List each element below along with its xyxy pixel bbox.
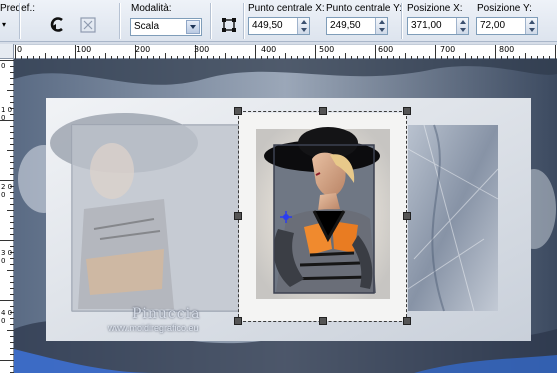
reset-arrow-button[interactable]: [47, 15, 67, 35]
spin-arrows-icon[interactable]: [525, 18, 537, 34]
ruler-ticks: [15, 45, 556, 60]
selection-handle-bottom-left[interactable]: [234, 317, 242, 325]
image-canvas[interactable]: Pinuccia www.moidiregrafico.eu: [14, 59, 557, 373]
toolbar-separator: [210, 3, 211, 39]
ruler-label: 300: [194, 45, 210, 54]
position-x-value: 371,00: [411, 20, 442, 31]
toolbar-separator: [19, 3, 20, 39]
toolbar-separator: [119, 3, 120, 39]
mode-select-value: Scala: [134, 21, 160, 32]
spin-arrows-icon[interactable]: [456, 18, 468, 34]
ruler-label: 500: [319, 45, 335, 54]
ruler-label: 3 0 0: [1, 249, 13, 265]
selection-frame-button[interactable]: [219, 15, 239, 35]
ruler-label: 400: [261, 45, 277, 54]
ruler-label: 800: [499, 45, 515, 54]
mode-select[interactable]: Scala: [130, 18, 202, 36]
center-x-input[interactable]: 449,50: [248, 17, 310, 35]
preset-label: Predef.:: [0, 3, 36, 14]
center-x-value: 449,50: [252, 20, 283, 31]
position-x-input[interactable]: 371,00: [407, 17, 469, 35]
position-y-input[interactable]: 72,00: [476, 17, 538, 35]
spin-arrows-icon[interactable]: [297, 18, 309, 34]
spin-arrows-icon[interactable]: [375, 18, 387, 34]
ruler-label: 200: [135, 45, 151, 54]
center-x-label: Punto centrale X:: [248, 3, 325, 14]
selection-handle-top-center[interactable]: [319, 107, 327, 115]
ruler-label: 100: [76, 45, 92, 54]
tool-options-toolbar: Predef.: ▾ Modalità: Scala Punto central…: [0, 0, 557, 42]
mode-label: Modalità:: [131, 3, 172, 14]
center-y-input[interactable]: 249,50: [326, 17, 388, 35]
toolbar-separator: [243, 3, 244, 39]
selection-handle-middle-left[interactable]: [234, 212, 242, 220]
ruler-label: 2 0 0: [1, 183, 13, 199]
center-y-label: Punto centrale Y:: [326, 3, 402, 14]
transform-selection-box[interactable]: [238, 111, 407, 322]
ruler-label: 0: [1, 62, 6, 70]
vertical-ruler[interactable]: 0 1 0 0 2 0 0 3 0 0 4 0 0: [0, 59, 14, 373]
selection-handle-top-left[interactable]: [234, 107, 242, 115]
selection-frame-icon: [222, 18, 236, 32]
chevron-down-icon: [186, 20, 200, 34]
selection-handle-middle-right[interactable]: [403, 212, 411, 220]
ruler-label: 700: [440, 45, 456, 54]
center-y-value: 249,50: [330, 20, 361, 31]
watermark-name: Pinuccia: [132, 306, 201, 322]
ruler-label: 0: [17, 45, 23, 54]
apply-transform-icon: [80, 17, 96, 33]
ruler-label: 4 0 0: [1, 309, 13, 325]
position-y-label: Posizione Y:: [477, 3, 532, 14]
reset-arrow-icon: [50, 17, 63, 32]
ruler-label: 600: [378, 45, 394, 54]
position-y-value: 72,00: [480, 20, 506, 31]
selection-handle-top-right[interactable]: [403, 107, 411, 115]
preset-dropdown-icon[interactable]: ▾: [2, 20, 6, 29]
watermark-url: www.moidiregrafico.eu: [108, 323, 199, 333]
toolbar-separator: [401, 3, 402, 39]
selection-handle-bottom-center[interactable]: [319, 317, 327, 325]
position-x-label: Posizione X:: [407, 3, 463, 14]
ruler-label: 1 0 0: [1, 106, 13, 122]
apply-transform-button[interactable]: [78, 15, 98, 35]
horizontal-ruler[interactable]: 0 100 200 300 400 500 600 700 800: [14, 44, 557, 60]
selection-handle-bottom-right[interactable]: [403, 317, 411, 325]
ruler-corner: [0, 44, 14, 59]
